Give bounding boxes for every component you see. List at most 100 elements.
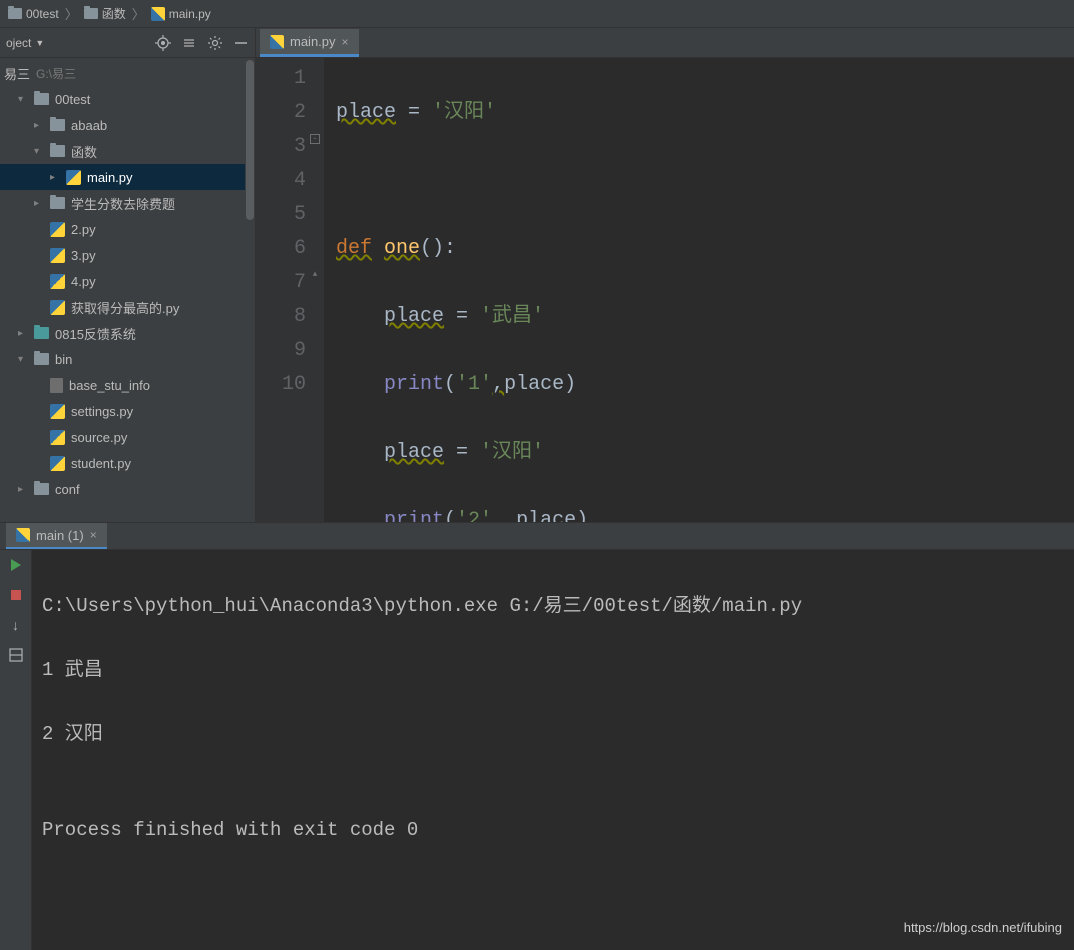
chevron-right-icon: 〉 <box>65 4 78 23</box>
tree-item[interactable]: bin <box>0 346 255 372</box>
fold-open-icon[interactable]: - <box>310 134 320 144</box>
tree-label: main.py <box>87 170 133 185</box>
tree-label: 函数 <box>71 142 97 161</box>
file-icon <box>50 378 63 393</box>
run-tabs: main (1) × <box>0 523 1074 550</box>
breadcrumb-label: 00test <box>26 7 59 21</box>
tree-item[interactable]: 00test <box>0 86 255 112</box>
folder-icon <box>50 197 65 209</box>
breadcrumb-item-folder[interactable]: 函数 <box>84 5 126 22</box>
tree-item[interactable]: 2.py <box>0 216 255 242</box>
tree-label: 00test <box>55 92 90 107</box>
breadcrumb-item-file[interactable]: main.py <box>151 7 211 21</box>
tree-arrow-icon[interactable] <box>34 198 44 209</box>
tree-label: 学生分数去除费题 <box>71 194 175 213</box>
breadcrumb-label: main.py <box>169 7 211 21</box>
breadcrumb-item-root[interactable]: 00test <box>8 7 59 21</box>
tree-label: 0815反馈系统 <box>55 324 136 343</box>
python-icon <box>50 456 65 471</box>
close-icon[interactable]: × <box>342 35 349 49</box>
tree-item[interactable]: student.py <box>0 450 255 476</box>
tree-label: 2.py <box>71 222 96 237</box>
run-panel: main (1) × ↓ C:\Users\python_hui\Anacond… <box>0 522 1074 784</box>
folder-icon <box>50 119 65 131</box>
tree-label: 4.py <box>71 274 96 289</box>
tree-item[interactable]: 4.py <box>0 268 255 294</box>
tree-arrow-icon[interactable] <box>34 146 44 157</box>
python-icon <box>16 528 30 542</box>
folder-icon <box>34 327 49 339</box>
editor-tabs: main.py × <box>256 28 1074 58</box>
project-dropdown[interactable]: oject ▼ <box>6 36 44 50</box>
tree-item[interactable]: 获取得分最高的.py <box>0 294 255 320</box>
sidebar-toolbar: oject ▼ <box>0 28 255 58</box>
tree-label: abaab <box>71 118 107 133</box>
tree-item[interactable]: 函数 <box>0 138 255 164</box>
folder-icon <box>8 8 22 19</box>
tree-item[interactable]: settings.py <box>0 398 255 424</box>
tree-item[interactable]: 3.py <box>0 242 255 268</box>
run-toolbar: ↓ <box>0 550 32 950</box>
tree-item[interactable]: 学生分数去除费题 <box>0 190 255 216</box>
watermark: https://blog.csdn.net/ifubing <box>904 912 1062 944</box>
tree-item[interactable]: abaab <box>0 112 255 138</box>
locate-icon[interactable] <box>155 35 171 51</box>
scrollbar-thumb[interactable] <box>246 60 254 220</box>
minimize-icon[interactable] <box>233 35 249 51</box>
python-icon <box>66 170 81 185</box>
code-content[interactable]: place = '汉阳' def one(): place = '武昌' pri… <box>324 58 1074 522</box>
tree-label: base_stu_info <box>69 378 150 393</box>
tree-arrow-icon[interactable] <box>18 328 28 339</box>
editor-area: main.py × 1 2 3 4 5 6 7 8 9 10 - ▴ p <box>256 28 1074 522</box>
folder-icon <box>50 145 65 157</box>
folder-icon <box>34 483 49 495</box>
tree-arrow-icon[interactable] <box>18 94 28 105</box>
tree-item[interactable]: 0815反馈系统 <box>0 320 255 346</box>
tree-label: bin <box>55 352 72 367</box>
tree-arrow-icon[interactable] <box>50 172 60 183</box>
rerun-icon[interactable] <box>7 556 25 574</box>
tree-arrow-icon[interactable] <box>18 354 28 365</box>
layout-icon[interactable] <box>7 646 25 664</box>
tree-item[interactable]: conf <box>0 476 255 502</box>
stop-icon[interactable] <box>7 586 25 604</box>
tree-label: settings.py <box>71 404 133 419</box>
folder-icon <box>34 353 49 365</box>
tree-item[interactable]: source.py <box>0 424 255 450</box>
console-line: 2 汉阳 <box>42 718 1064 750</box>
gear-icon[interactable] <box>207 35 223 51</box>
code-editor[interactable]: 1 2 3 4 5 6 7 8 9 10 - ▴ place = '汉阳' de… <box>256 58 1074 522</box>
folder-icon <box>34 93 49 105</box>
python-icon <box>270 35 284 49</box>
console-output[interactable]: C:\Users\python_hui\Anaconda3\python.exe… <box>32 550 1074 950</box>
tree-arrow-icon[interactable] <box>34 120 44 131</box>
chevron-down-icon: ▼ <box>35 38 44 48</box>
folder-icon <box>84 8 98 19</box>
breadcrumb-bar: 00test 〉 函数 〉 main.py <box>0 0 1074 28</box>
console-line: Process finished with exit code 0 <box>42 814 1064 846</box>
console-line: C:\Users\python_hui\Anaconda3\python.exe… <box>42 590 1064 622</box>
collapse-all-icon[interactable] <box>181 35 197 51</box>
run-tab-label: main (1) <box>36 528 84 543</box>
tree-label: 获取得分最高的.py <box>71 298 179 317</box>
tree-item[interactable]: base_stu_info <box>0 372 255 398</box>
tree-label: source.py <box>71 430 127 445</box>
tree-label: conf <box>55 482 80 497</box>
tree-label: student.py <box>71 456 131 471</box>
fold-close-icon[interactable]: ▴ <box>310 270 320 280</box>
console-line: 1 武昌 <box>42 654 1064 686</box>
tree-arrow-icon[interactable] <box>18 484 28 495</box>
python-icon <box>50 300 65 315</box>
tree-item[interactable]: main.py <box>0 164 255 190</box>
python-icon <box>50 222 65 237</box>
tree-root[interactable]: 易三 G:\易三 <box>0 60 255 86</box>
run-tab-main[interactable]: main (1) × <box>6 523 107 549</box>
breadcrumb-label: 函数 <box>102 5 126 22</box>
project-sidebar: oject ▼ 易三 G:\易三 00test abaab 函数 main.py 学生分… <box>0 28 256 522</box>
project-tree[interactable]: 易三 G:\易三 00test abaab 函数 main.py 学生分数去除费题 2.p… <box>0 58 255 522</box>
python-icon <box>50 274 65 289</box>
scrollbar[interactable] <box>245 58 255 522</box>
down-icon[interactable]: ↓ <box>7 616 25 634</box>
editor-tab-main[interactable]: main.py × <box>260 29 359 57</box>
close-icon[interactable]: × <box>90 528 97 542</box>
